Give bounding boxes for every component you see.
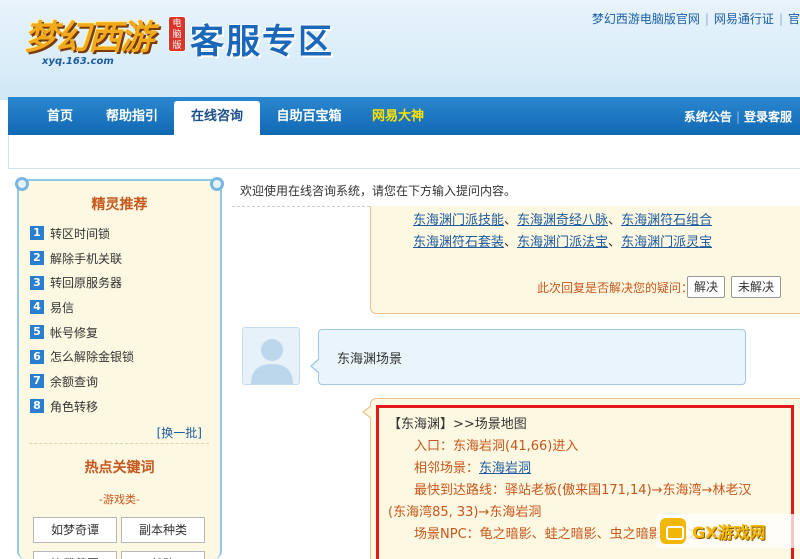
separator: 、: [504, 213, 518, 228]
link-magic-treasure[interactable]: 东海渊门派法宝: [517, 235, 608, 250]
route-value: 驿站老板(傲来国171,14)→东海湾→林老汉: [505, 483, 752, 498]
list-item[interactable]: 4 易信: [30, 295, 215, 320]
page-title: 客服专区: [190, 22, 334, 62]
recommend-list: 1 转区时间锁 2 解除手机关联 3 转回原服务器 4 易信 5 帐号修复 6 怎么解除金银…: [30, 221, 215, 419]
item-number: 1: [30, 226, 44, 241]
tab-home[interactable]: 首页: [28, 97, 92, 135]
list-item[interactable]: 2 解除手机关联: [30, 246, 215, 271]
official-site-link[interactable]: 梦幻西游电脑版官网: [592, 12, 700, 26]
divider: [29, 443, 209, 444]
link-rune-set[interactable]: 东海渊符石套装: [413, 235, 504, 250]
list-item[interactable]: 6 怎么解除金银锁: [30, 344, 215, 369]
more-link[interactable]: 官: [788, 12, 800, 26]
separator: |: [735, 110, 740, 124]
item-label: 解除手机关联: [50, 251, 123, 266]
link-spirit-treasure[interactable]: 东海渊门派灵宝: [621, 235, 712, 250]
keyword-button[interactable]: 战略: [121, 551, 205, 559]
link-meridians[interactable]: 东海渊奇经八脉: [517, 213, 608, 228]
question-bubble: 东海渊场景: [310, 329, 746, 385]
item-label: 易信: [50, 300, 75, 315]
entrance-label: 入口：: [414, 439, 454, 454]
answer-heading: 【东海渊】>>场景地图: [388, 417, 527, 432]
link-school-skills[interactable]: 东海渊门派技能: [413, 213, 504, 228]
item-number: 5: [30, 325, 44, 340]
netease-passport-link[interactable]: 网易通行证: [714, 12, 774, 26]
bubble-tail: [364, 406, 372, 418]
system-notice-link[interactable]: 系统公告: [684, 110, 732, 124]
refresh-link[interactable]: [换一批]: [157, 424, 202, 441]
avatar: [242, 327, 300, 385]
tab-self-service[interactable]: 自助百宝箱: [266, 97, 352, 135]
entrance-row: 入口：东海岩洞(41,66)进入: [388, 436, 798, 458]
item-label: 帐号修复: [50, 325, 99, 340]
game-logo[interactable]: 梦幻西游 电脑版 xyq.163.com: [18, 8, 186, 68]
tab-online-consult[interactable]: 在线咨询: [174, 101, 260, 135]
item-label: 余额查询: [50, 374, 99, 389]
corner-ornament: [15, 177, 29, 191]
item-label: 角色转移: [50, 399, 99, 414]
feedback-question: 此次回复是否解决您的疑问：: [537, 281, 694, 295]
logo-badge: 电脑版: [168, 16, 186, 52]
corner-ornament: [210, 177, 224, 191]
watermark: GX游戏网: [656, 514, 800, 548]
list-item[interactable]: 8 角色转移: [30, 394, 215, 419]
npc-label: 场景NPC：: [414, 527, 480, 542]
route-row: 最快到达路线：驿站老板(傲来国171,14)→东海湾→林老汉: [388, 480, 798, 502]
keyword-button[interactable]: 如梦奇谭: [33, 517, 117, 543]
unresolved-button[interactable]: 未解决: [731, 276, 782, 298]
keyword-category: -游戏类-: [99, 493, 140, 506]
question-text: 东海渊场景: [337, 352, 403, 367]
item-number: 7: [30, 374, 44, 389]
item-label: 转回原服务器: [50, 276, 123, 291]
separator: 、: [608, 213, 622, 228]
adjacent-label: 相邻场景：: [414, 461, 480, 476]
item-number: 6: [30, 349, 44, 364]
list-item[interactable]: 5 帐号修复: [30, 320, 215, 345]
login-service-link[interactable]: 登录客服: [744, 110, 792, 124]
logo-url: xyq.163.com: [42, 56, 114, 67]
entrance-value: 东海岩洞(41,66)进入: [453, 439, 579, 454]
sub-bar: [8, 135, 800, 169]
gamepad-icon: [660, 518, 686, 544]
list-item[interactable]: 3 转回原服务器: [30, 270, 215, 295]
separator: 、: [608, 235, 622, 250]
item-number: 3: [30, 275, 44, 290]
watermark-text: GX游戏网: [692, 523, 766, 542]
list-item[interactable]: 1 转区时间锁: [30, 221, 215, 246]
resolved-button[interactable]: 解决: [687, 276, 726, 298]
item-label: 怎么解除金银锁: [50, 350, 135, 365]
item-number: 8: [30, 399, 44, 414]
item-number: 4: [30, 300, 44, 315]
route-label: 最快到达路线：: [414, 483, 506, 498]
answer-bubble: 东海渊门派技能、东海渊奇经八脉、东海渊符石组合 东海渊符石套装、东海渊门派法宝、…: [370, 206, 800, 314]
keyword-button[interactable]: 副本种类: [121, 517, 205, 543]
tab-netease-dashen[interactable]: 网易大神: [358, 97, 438, 135]
keyword-button[interactable]: 比武蓝图: [33, 551, 117, 559]
user-avatar-icon: [251, 339, 293, 384]
adjacent-row: 相邻场景：东海岩洞: [388, 458, 798, 480]
recommend-sidebar: 精灵推荐 1 转区时间锁 2 解除手机关联 3 转回原服务器 4 易信 5 帐号修复 6怎…: [15, 177, 224, 559]
item-label: 转区时间锁: [50, 226, 111, 241]
nav-right-links: 系统公告 | 登录客服: [684, 97, 792, 135]
logo-text: 梦幻西游: [24, 18, 154, 58]
adjacent-scene-link[interactable]: 东海岩洞: [479, 461, 531, 476]
item-number: 2: [30, 251, 44, 266]
list-item[interactable]: 7 余额查询: [30, 369, 215, 394]
top-links: 梦幻西游电脑版官网 | 网易通行证 | 官: [592, 10, 800, 27]
link-rune-combo[interactable]: 东海渊符石组合: [621, 213, 712, 228]
welcome-text: 欢迎使用在线咨询系统，请您在下方输入提问内容。: [240, 184, 517, 198]
main-nav: 首页 帮助指引 在线咨询 自助百宝箱 网易大神 系统公告 | 登录客服: [8, 97, 800, 135]
bubble-tail: [312, 359, 320, 373]
tab-help-guide[interactable]: 帮助指引: [94, 97, 170, 135]
separator: |: [778, 12, 783, 26]
hot-keywords-title: 热点关键词: [84, 460, 155, 476]
related-links: 东海渊门派技能、东海渊奇经八脉、东海渊符石组合 东海渊符石套装、东海渊门派法宝、…: [413, 210, 712, 254]
site-header: 梦幻西游 电脑版 xyq.163.com 客服专区 梦幻西游电脑版官网 | 网易通行…: [0, 0, 800, 100]
separator: |: [704, 12, 709, 26]
sidebar-title: 精灵推荐: [91, 197, 148, 213]
separator: 、: [504, 235, 518, 250]
